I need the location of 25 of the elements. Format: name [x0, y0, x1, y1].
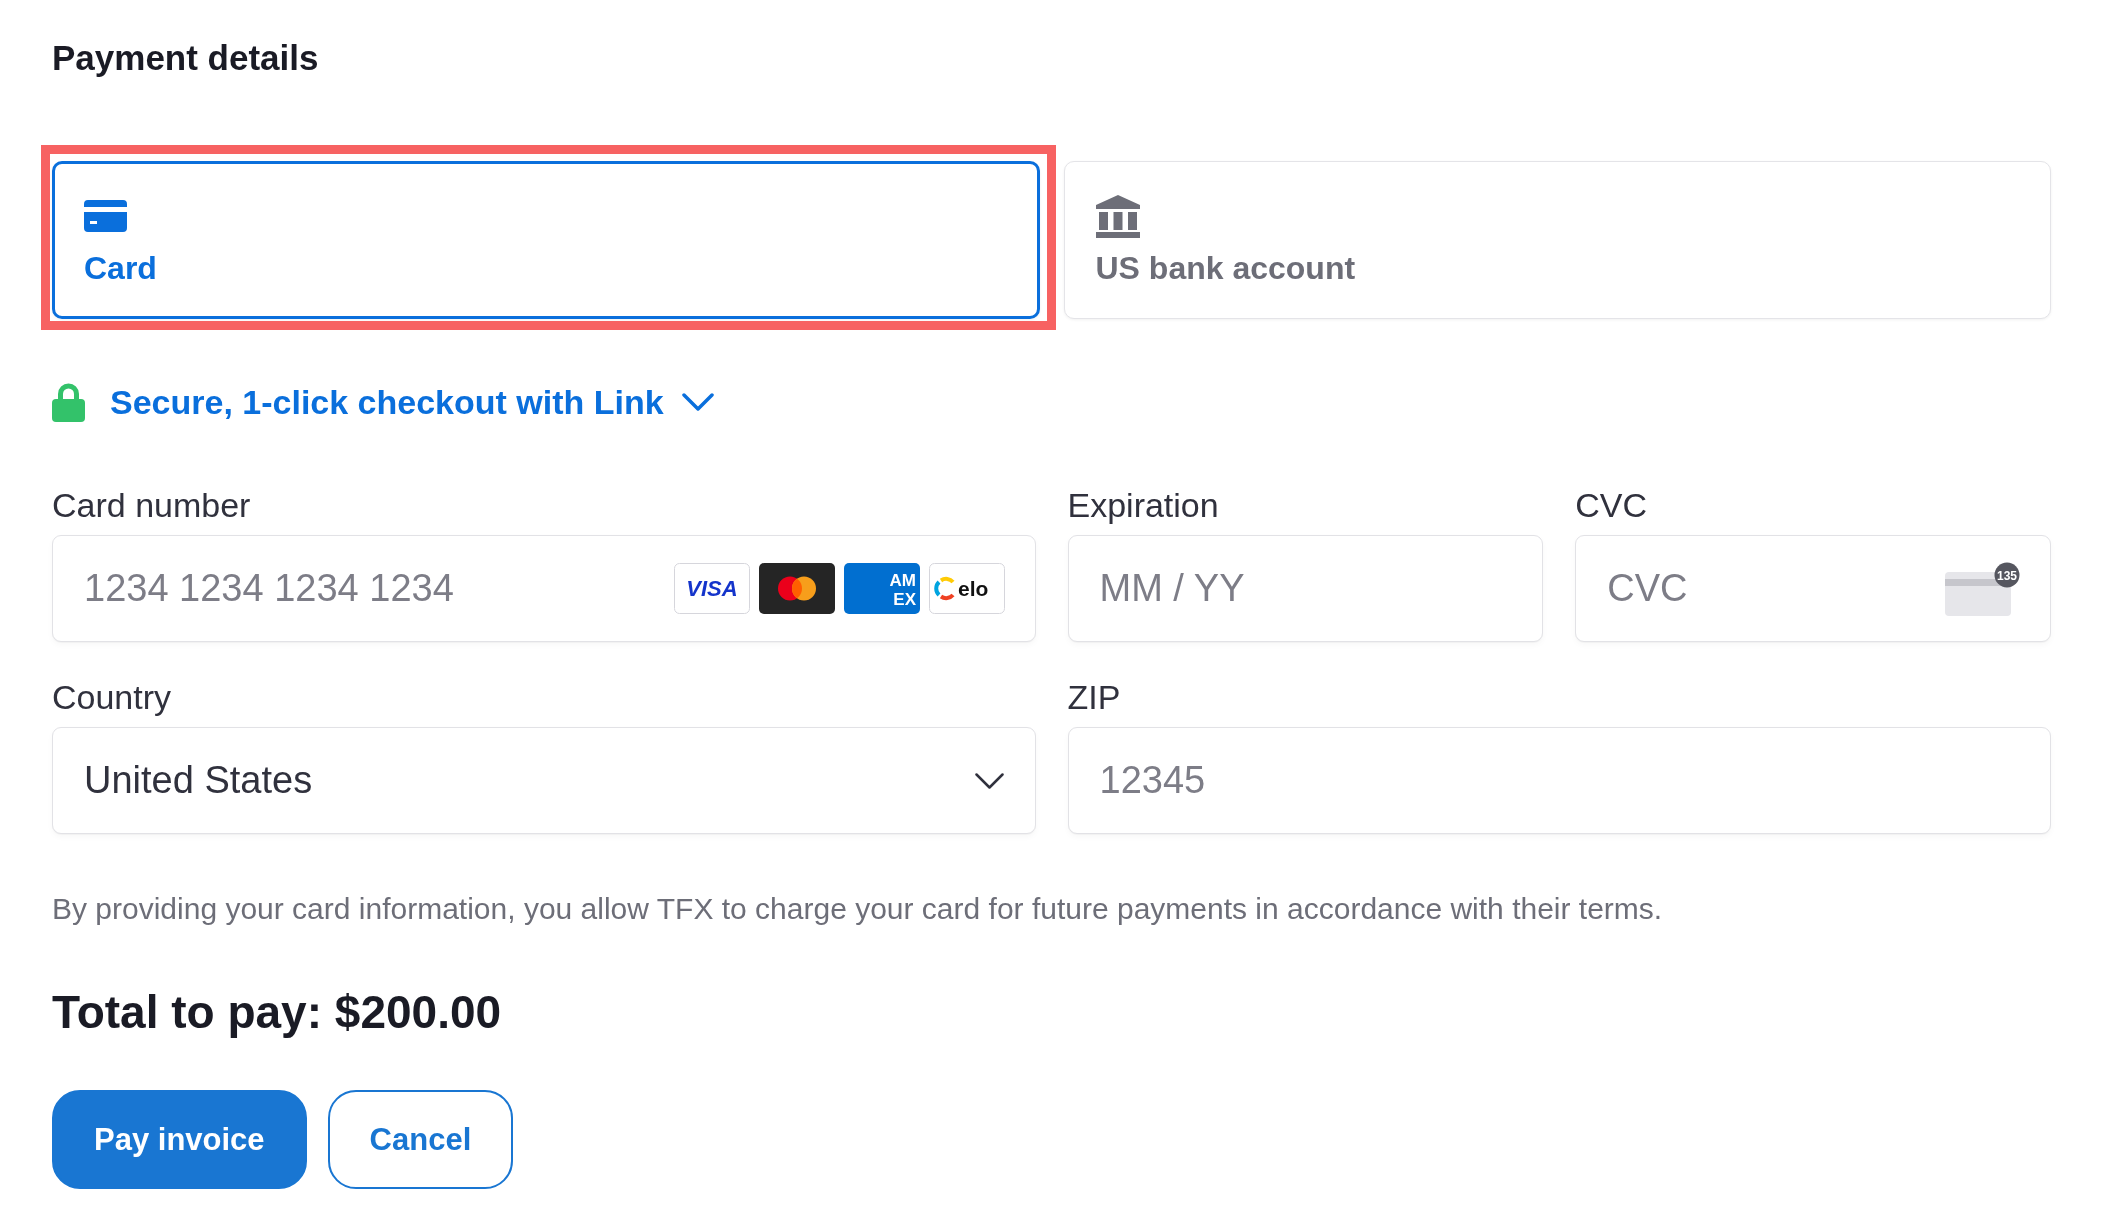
cvc-hint-graphic: 135: [1945, 561, 2020, 616]
card-brand-logo: AM EX: [843, 563, 920, 614]
country-select[interactable]: United States: [52, 727, 1036, 834]
card-brand-logo: elo: [928, 563, 1005, 614]
cancel-button[interactable]: Cancel: [327, 1090, 514, 1190]
consent-text: By providing your card information, you allow TFX to charge your card for future payments in accordance with their terms.: [52, 891, 1663, 927]
lock-icon: [52, 382, 85, 422]
page-title: Payment details: [52, 37, 319, 79]
card-icon: [84, 200, 127, 232]
field-label: Expiration: [1067, 485, 1219, 526]
field-label: Country: [52, 677, 172, 718]
zip-field[interactable]: 12345: [1067, 727, 2051, 834]
field-label: Card number: [52, 485, 251, 526]
chevron-down-icon: [974, 772, 1004, 789]
field-label: ZIP: [1067, 677, 1121, 718]
overlapping-circles-icon: [758, 563, 835, 614]
card-brand-logo: VISA: [673, 563, 750, 614]
bank-icon: [1095, 194, 1140, 238]
checkout-link-toggle[interactable]: Secure, 1-click checkout with Link: [110, 382, 714, 422]
payment-method-tab[interactable]: US bank account: [1063, 161, 2051, 319]
field-label: CVC: [1575, 485, 1648, 526]
expiry-field[interactable]: MM / YY: [1067, 535, 1544, 642]
pay-button[interactable]: Pay invoice: [52, 1090, 307, 1190]
total-amount: Total to pay: $200.00: [52, 985, 502, 1040]
payment-method-tab[interactable]: Card: [52, 161, 1040, 319]
